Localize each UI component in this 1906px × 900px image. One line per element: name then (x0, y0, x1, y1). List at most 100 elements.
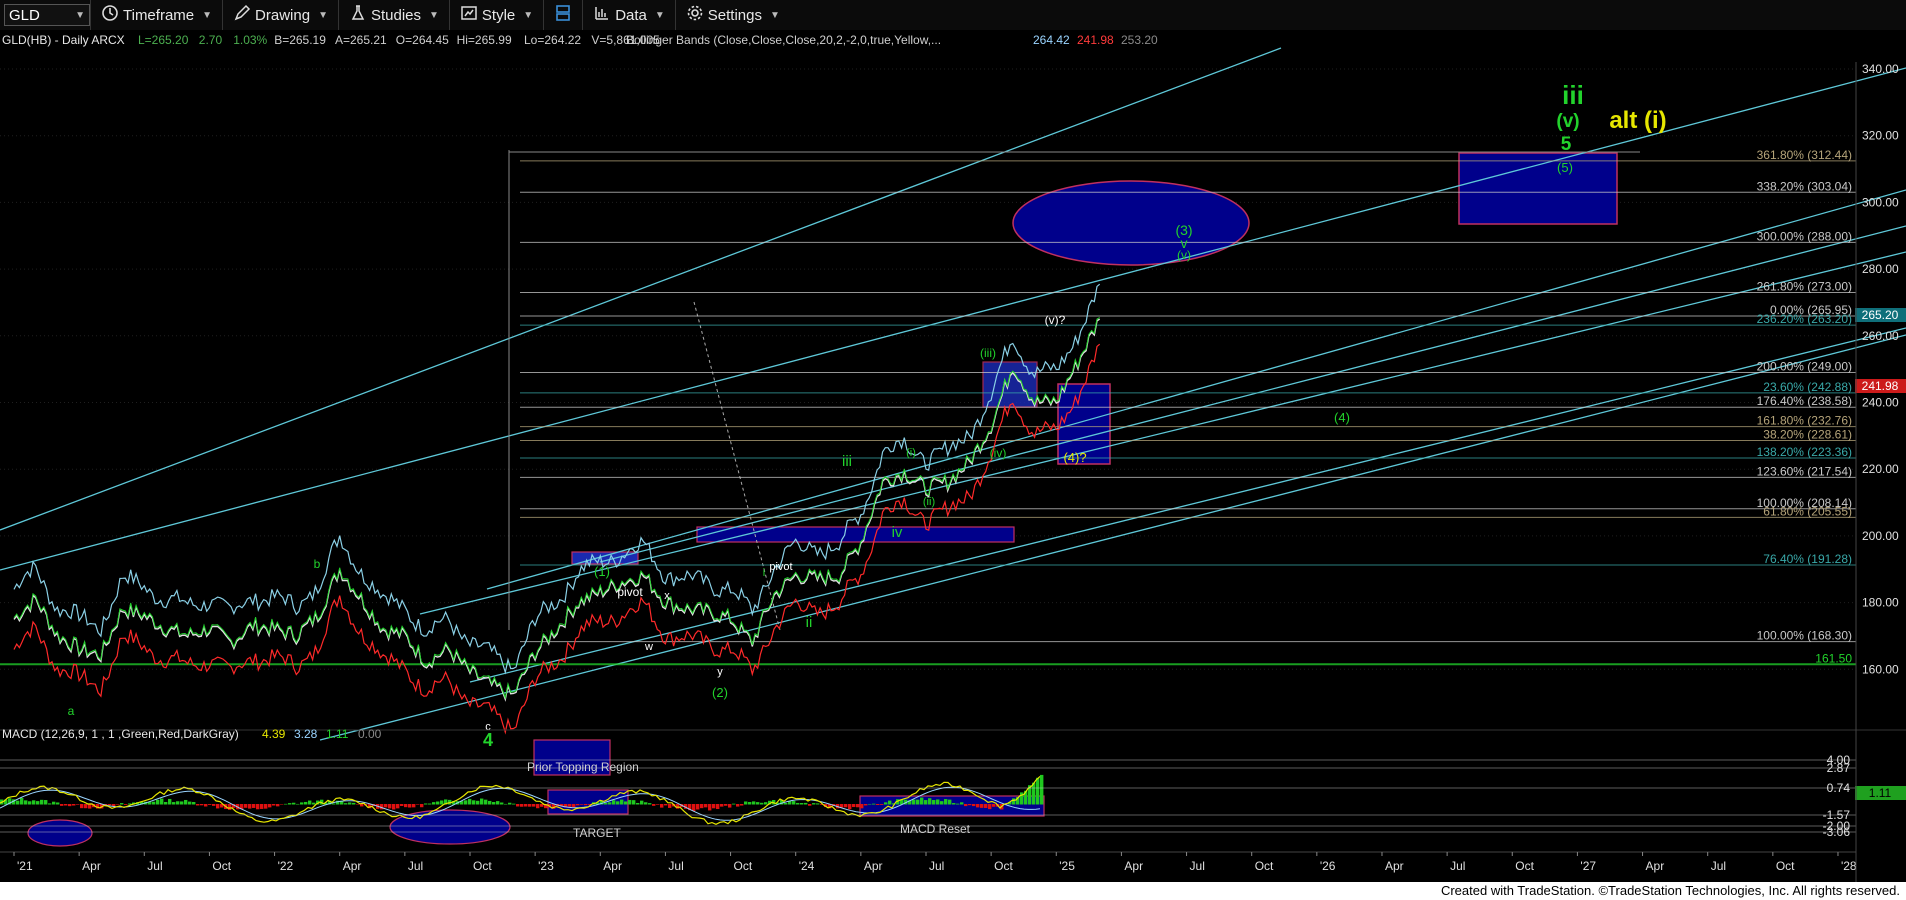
price-tick-label: 240.00 (1862, 396, 1899, 410)
chart-area[interactable]: GLD(HB) - Daily ARCX L=265.20 2.70 1.03% B=… (0, 30, 1906, 882)
macd-histogram-bar (692, 804, 696, 812)
data-button[interactable]: Data ▼ (582, 0, 675, 30)
fib-level-label: 361.80% (312.44) (1757, 148, 1852, 162)
wave-label: (v) (1556, 111, 1579, 132)
style-button[interactable]: Style ▼ (448, 0, 543, 30)
macd-histogram-bar (612, 800, 616, 805)
time-tick-label: Oct (1776, 859, 1795, 873)
macd-histogram-bar (428, 803, 432, 805)
style-label: Style (481, 6, 516, 24)
macd-histogram-bar (256, 804, 260, 810)
layout-button[interactable] (543, 0, 582, 30)
price-tick-label: 280.00 (1862, 262, 1899, 276)
macd-histogram-bar (760, 802, 764, 805)
macd-histogram-bar (856, 804, 860, 808)
studies-button[interactable]: Studies ▼ (337, 0, 449, 30)
macd-histogram-bar (432, 802, 436, 805)
band-lower-value: 241.98 (1862, 379, 1899, 393)
chevron-down-icon: ▼ (202, 9, 213, 21)
macd-histogram-bar (216, 804, 220, 809)
macd-histogram-bar (952, 803, 956, 805)
macd-histogram-bar (640, 800, 644, 805)
macd-histogram-bar (196, 804, 200, 806)
macd-histogram-bar (620, 799, 624, 805)
macd-histogram-bar (268, 804, 272, 808)
wave-label: (4)? (1063, 450, 1086, 465)
time-tick-label: Apr (82, 859, 101, 873)
macd-histogram-bar (400, 804, 404, 807)
time-tick-label: Jul (147, 859, 162, 873)
settings-button[interactable]: Settings ▼ (674, 0, 790, 30)
symbol-text: GLD (9, 6, 40, 24)
macd-histogram-bar (800, 803, 804, 805)
macd-histogram-bar (668, 804, 672, 808)
macd-histogram-bar (944, 799, 948, 805)
macd-histogram-bar (276, 804, 280, 807)
macd-histogram-bar (288, 803, 292, 805)
fib-level-label: 200.00% (249.00) (1757, 359, 1852, 373)
macd-histogram-bar (936, 799, 940, 805)
macd-zone (27, 819, 93, 847)
fib-level-label: 161.50 (1815, 651, 1852, 665)
macd-histogram-bar (972, 804, 976, 807)
macd-histogram-bar (164, 801, 168, 805)
study-value: 241.98 (1077, 33, 1114, 47)
macd-histogram-bar (200, 804, 204, 806)
macd-histogram-bar (228, 804, 232, 810)
macd-histogram-bar (168, 798, 172, 805)
macd-histogram-bar (300, 802, 304, 805)
macd-histogram-bar (412, 804, 416, 808)
timeframe-button[interactable]: Timeframe ▼ (90, 0, 222, 30)
fib-level-label: 23.60% (242.88) (1763, 380, 1852, 394)
price-tick-label: 300.00 (1862, 195, 1899, 209)
macd-histogram-bar (984, 804, 988, 808)
macd-histogram-bar (116, 804, 120, 805)
macd-histogram-bar (304, 801, 308, 805)
time-tick-label: Oct (212, 859, 231, 873)
macd-histogram-bar (712, 804, 716, 809)
time-tick-label: Oct (734, 859, 753, 873)
macd-histogram-bar (868, 803, 872, 805)
macd-histogram-bar (88, 804, 92, 809)
wave-label: iii (842, 453, 852, 470)
macd-histogram-bar (500, 802, 504, 805)
time-tick-label: Oct (994, 859, 1013, 873)
wave-label: alt (i) (1609, 107, 1666, 134)
macd-histogram-bar (796, 802, 800, 805)
wave-label: (ii) (923, 496, 935, 508)
macd-histogram-bar (664, 804, 668, 806)
price-tick-label: 180.00 (1862, 596, 1899, 610)
macd-histogram-bar (416, 804, 420, 805)
macd-histogram-bar (960, 802, 964, 805)
macd-histogram-bar (1036, 777, 1040, 805)
macd-histogram-bar (108, 804, 112, 806)
macd-histogram-bar (492, 802, 496, 805)
macd-histogram-bar (676, 804, 680, 809)
macd-histogram-bar (172, 802, 176, 805)
macd-histogram-bar (20, 797, 24, 805)
wave-label: (5) (1557, 160, 1573, 175)
macd-value: 0.00 (358, 727, 382, 741)
zone-top-right (1458, 152, 1618, 225)
macd-histogram-bar (388, 804, 392, 809)
time-tick-label: Apr (1646, 859, 1665, 873)
macd-histogram-bar (716, 804, 720, 810)
zone-ellipse (1012, 180, 1250, 266)
study-label: Bollinger Bands (Close,Close,Close,20,2,… (626, 33, 941, 47)
macd-histogram-bar (860, 804, 864, 809)
macd-histogram-bar (976, 804, 980, 808)
drawing-button[interactable]: Drawing ▼ (222, 0, 338, 30)
macd-histogram-bar (748, 802, 752, 805)
macd-histogram-bar (52, 801, 56, 805)
time-tick-label: Jul (668, 859, 683, 873)
macd-current-value: 1.11 (1869, 786, 1892, 800)
time-tick-label: '21 (17, 859, 33, 873)
macd-histogram-bar (352, 802, 356, 805)
price-tick-label: 260.00 (1862, 329, 1899, 343)
time-tick-label: Apr (1385, 859, 1404, 873)
clock-icon (101, 4, 119, 26)
macd-histogram-bar (284, 803, 288, 805)
symbol-selector[interactable]: GLD ▼ (4, 4, 90, 26)
study-value: 253.20 (1121, 33, 1158, 47)
macd-histogram-bar (160, 798, 164, 805)
